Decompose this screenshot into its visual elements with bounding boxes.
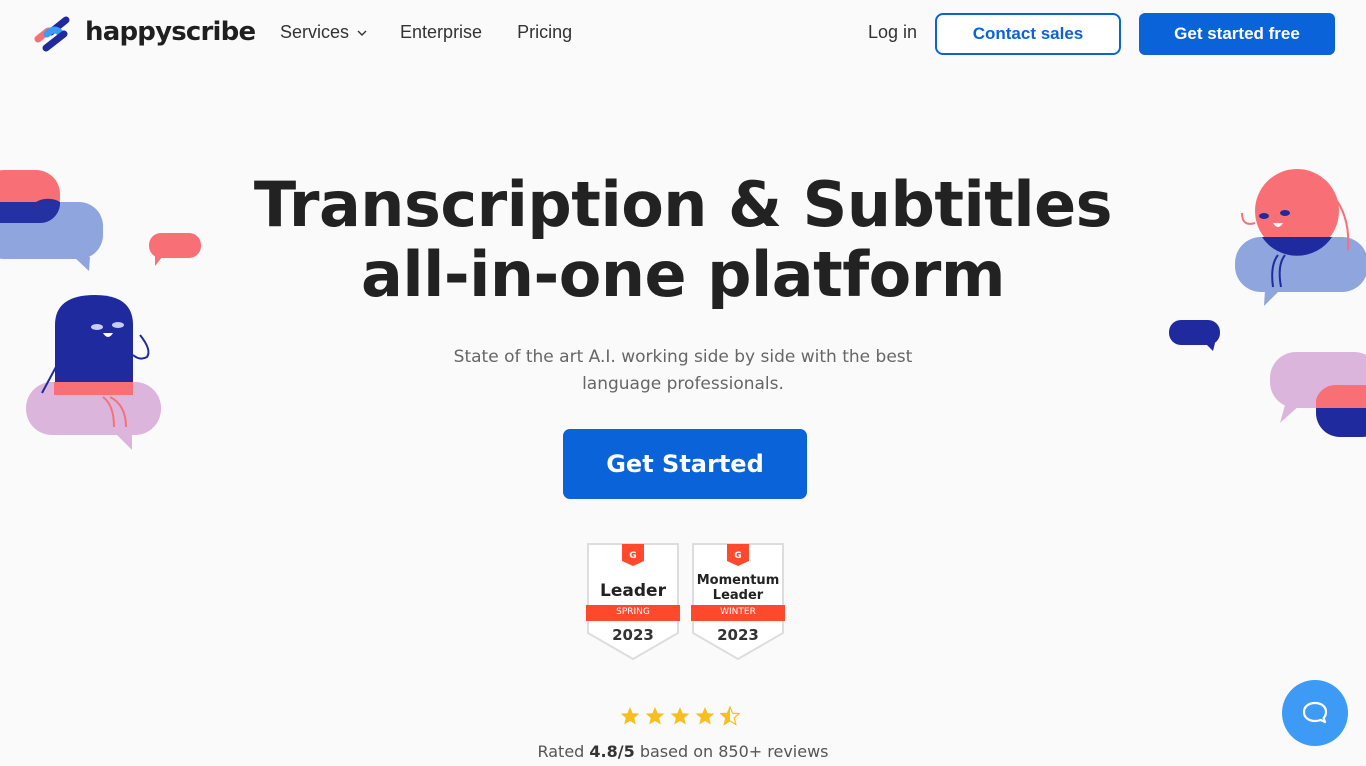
svg-text:G: G bbox=[734, 551, 741, 561]
get-started-free-button[interactable]: Get started free bbox=[1139, 13, 1335, 55]
g2-badge-momentum-leader: G Momentum Leader WINTER 2023 bbox=[691, 543, 785, 661]
logo[interactable]: happyscribe bbox=[33, 12, 256, 56]
nav-enterprise[interactable]: Enterprise bbox=[400, 22, 482, 43]
rating-stars bbox=[620, 706, 740, 726]
nav-pricing[interactable]: Pricing bbox=[517, 22, 572, 43]
hero-title: Transcription & Subtitles all-in-one pla… bbox=[0, 170, 1366, 310]
badge-season: WINTER bbox=[720, 607, 756, 617]
login-link[interactable]: Log in bbox=[868, 22, 917, 43]
badge-season: SPRING bbox=[616, 607, 650, 617]
chat-launcher-button[interactable] bbox=[1282, 680, 1348, 746]
rating-score: 4.8/5 bbox=[589, 742, 635, 761]
rating-suffix: based on 850+ reviews bbox=[634, 742, 829, 761]
badge-title: Momentum Leader bbox=[696, 573, 780, 603]
nav-services[interactable]: Services bbox=[280, 22, 367, 43]
star-full-icon bbox=[670, 707, 690, 725]
nav-enterprise-label: Enterprise bbox=[400, 22, 483, 42]
happyscribe-logo-icon bbox=[34, 16, 70, 52]
small-navy-bubble-shape bbox=[1169, 320, 1220, 345]
chat-bubble-icon bbox=[1302, 701, 1328, 724]
star-full-icon bbox=[695, 707, 715, 725]
nav-pricing-label: Pricing bbox=[517, 22, 573, 42]
badge-year: 2023 bbox=[717, 626, 759, 644]
get-started-button[interactable]: Get Started bbox=[563, 429, 807, 499]
header: happyscribe Services Enterprise Pricing … bbox=[0, 0, 1366, 68]
rating-prefix: Rated bbox=[537, 742, 590, 761]
nav-services-label: Services bbox=[280, 22, 350, 42]
badge-title: Leader bbox=[600, 581, 666, 601]
main-nav: Services Enterprise Pricing bbox=[280, 22, 572, 43]
hero-title-line1: Transcription & Subtitles bbox=[253, 168, 1113, 241]
svg-text:G: G bbox=[629, 551, 636, 561]
hero-title-line2: all-in-one platform bbox=[361, 238, 1005, 311]
page: happyscribe Services Enterprise Pricing … bbox=[0, 0, 1366, 766]
g2-badge-leader: G Leader SPRING 2023 bbox=[586, 543, 680, 661]
star-full-icon bbox=[620, 707, 640, 725]
star-half-icon bbox=[720, 706, 740, 726]
star-full-icon bbox=[645, 707, 665, 725]
badge-year: 2023 bbox=[612, 626, 654, 644]
rating-text: Rated 4.8/5 based on 850+ reviews bbox=[0, 742, 1366, 761]
brand-name: happyscribe bbox=[85, 17, 256, 47]
hero-subtitle: State of the art A.I. working side by si… bbox=[453, 347, 913, 394]
contact-sales-button[interactable]: Contact sales bbox=[935, 13, 1121, 55]
chevron-down-icon bbox=[357, 30, 367, 36]
